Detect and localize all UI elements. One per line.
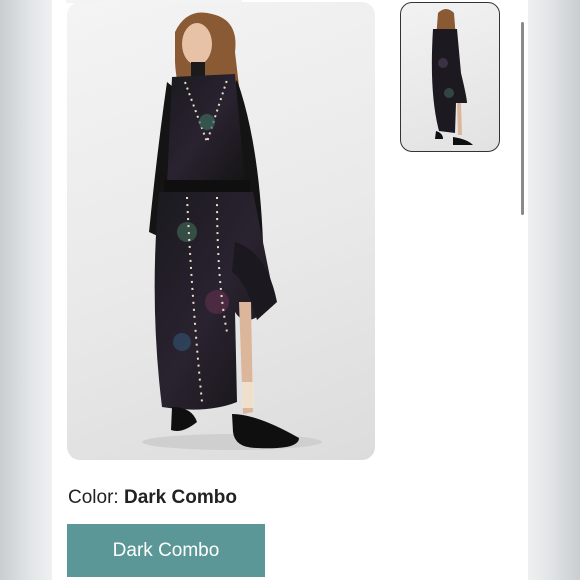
color-option-button[interactable]: Dark Combo	[67, 524, 265, 577]
model-illustration	[142, 12, 322, 450]
selected-color-value: Dark Combo	[123, 487, 237, 508]
right-page-margin	[528, 0, 580, 580]
color-label: Color:	[68, 487, 124, 508]
product-thumbnail[interactable]	[400, 2, 500, 152]
thumbnail-illustration	[431, 9, 473, 145]
color-option-label: Dark Combo	[112, 539, 220, 561]
color-selector-label: Color: Dark Combo	[68, 487, 237, 509]
main-product-image[interactable]	[67, 2, 375, 460]
left-page-margin	[0, 0, 52, 580]
thumbnail-scrollbar[interactable]	[521, 22, 524, 215]
